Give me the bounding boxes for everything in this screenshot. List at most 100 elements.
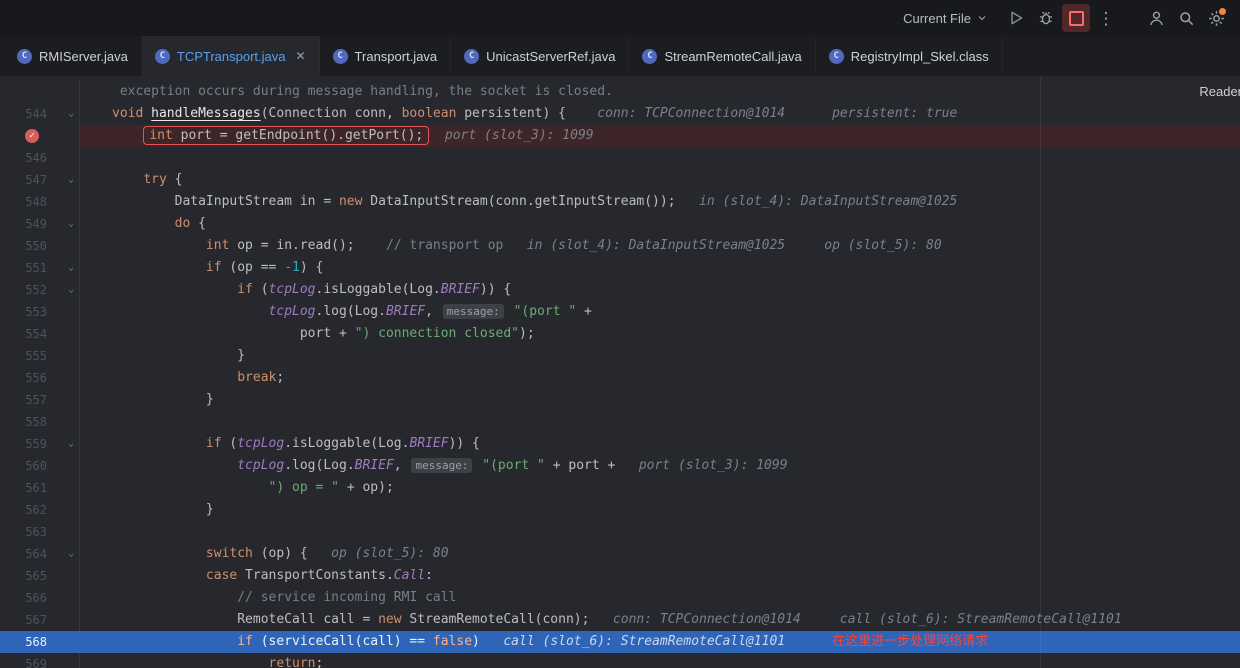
line-number-gutter[interactable]: 562: [0, 499, 80, 521]
code-text[interactable]: break;: [80, 367, 1240, 389]
code-line[interactable]: ✓ int port = getEndpoint().getPort(); po…: [0, 125, 1240, 147]
code-text[interactable]: do {: [80, 213, 1240, 235]
line-number-gutter[interactable]: 565: [0, 565, 80, 587]
code-line[interactable]: 569 return;: [0, 653, 1240, 668]
settings-button[interactable]: [1202, 4, 1230, 32]
code-text[interactable]: exception occurs during message handling…: [80, 81, 1240, 103]
code-line[interactable]: 546: [0, 147, 1240, 169]
fold-chevron-icon[interactable]: ⌄: [68, 279, 74, 301]
line-number-gutter[interactable]: 546: [0, 147, 80, 169]
line-number-gutter[interactable]: 563: [0, 521, 80, 543]
code-with-me-button[interactable]: [1142, 4, 1170, 32]
code-line[interactable]: 547⌄ try {: [0, 169, 1240, 191]
code-line[interactable]: 544⌄void handleMessages(Connection conn,…: [0, 103, 1240, 125]
code-line[interactable]: 568 if (serviceCall(call) == false) call…: [0, 631, 1240, 653]
fold-chevron-icon[interactable]: ⌄: [68, 103, 74, 125]
code-text[interactable]: if (tcpLog.isLoggable(Log.BRIEF)) {: [80, 433, 1240, 455]
code-line[interactable]: 567 RemoteCall call = new StreamRemoteCa…: [0, 609, 1240, 631]
code-text[interactable]: RemoteCall call = new StreamRemoteCall(c…: [80, 609, 1240, 631]
search-everywhere-button[interactable]: [1172, 4, 1200, 32]
code-text[interactable]: case TransportConstants.Call:: [80, 565, 1240, 587]
line-number-gutter[interactable]: 552⌄: [0, 279, 80, 301]
line-number-gutter[interactable]: 569: [0, 653, 80, 668]
line-number-gutter[interactable]: [0, 81, 80, 103]
code-text[interactable]: [80, 411, 1240, 433]
line-number-gutter[interactable]: 561: [0, 477, 80, 499]
code-text[interactable]: }: [80, 345, 1240, 367]
line-number-gutter[interactable]: 558: [0, 411, 80, 433]
editor-tab[interactable]: CTransport.java: [320, 36, 452, 76]
line-number-gutter[interactable]: 550: [0, 235, 80, 257]
line-number-gutter[interactable]: 554: [0, 323, 80, 345]
line-number-gutter[interactable]: 547⌄: [0, 169, 80, 191]
code-text[interactable]: }: [80, 389, 1240, 411]
fold-chevron-icon[interactable]: ⌄: [68, 543, 74, 565]
line-number-gutter[interactable]: ✓: [0, 125, 80, 147]
code-text[interactable]: try {: [80, 169, 1240, 191]
line-number-gutter[interactable]: 544⌄: [0, 103, 80, 125]
fold-chevron-icon[interactable]: ⌄: [68, 257, 74, 279]
code-text[interactable]: void handleMessages(Connection conn, boo…: [80, 103, 1240, 125]
code-text[interactable]: // service incoming RMI call: [80, 587, 1240, 609]
code-line[interactable]: exception occurs during message handling…: [0, 81, 1240, 103]
editor-tab[interactable]: CRegistryImpl_Skel.class: [816, 36, 1003, 76]
line-number-gutter[interactable]: 568: [0, 631, 80, 653]
line-number-gutter[interactable]: 557: [0, 389, 80, 411]
code-text[interactable]: if (op == -1) {: [80, 257, 1240, 279]
code-line[interactable]: 565 case TransportConstants.Call:: [0, 565, 1240, 587]
code-text[interactable]: if (serviceCall(call) == false) call (sl…: [80, 631, 1240, 653]
line-number-gutter[interactable]: 567: [0, 609, 80, 631]
code-text[interactable]: [80, 521, 1240, 543]
editor-tab[interactable]: CRMIServer.java: [4, 36, 142, 76]
code-text[interactable]: DataInputStream in = new DataInputStream…: [80, 191, 1240, 213]
code-line[interactable]: 549⌄ do {: [0, 213, 1240, 235]
code-line[interactable]: 566 // service incoming RMI call: [0, 587, 1240, 609]
code-line[interactable]: 557 }: [0, 389, 1240, 411]
line-number-gutter[interactable]: 560: [0, 455, 80, 477]
code-line[interactable]: 564⌄ switch (op) { op (slot_5): 80: [0, 543, 1240, 565]
editor-tab[interactable]: CTCPTransport.java✕: [142, 36, 320, 76]
code-text[interactable]: ") op = " + op);: [80, 477, 1240, 499]
breakpoint-icon[interactable]: ✓: [25, 129, 39, 143]
code-text[interactable]: port + ") connection closed");: [80, 323, 1240, 345]
code-text[interactable]: tcpLog.log(Log.BRIEF, message: "(port " …: [80, 301, 1240, 323]
line-number-gutter[interactable]: 549⌄: [0, 213, 80, 235]
line-number-gutter[interactable]: 556: [0, 367, 80, 389]
line-number-gutter[interactable]: 566: [0, 587, 80, 609]
code-line[interactable]: 548 DataInputStream in = new DataInputSt…: [0, 191, 1240, 213]
code-line[interactable]: 551⌄ if (op == -1) {: [0, 257, 1240, 279]
code-text[interactable]: int op = in.read(); // transport op in (…: [80, 235, 1240, 257]
code-text[interactable]: if (tcpLog.isLoggable(Log.BRIEF)) {: [80, 279, 1240, 301]
code-line[interactable]: 555 }: [0, 345, 1240, 367]
code-line[interactable]: 550 int op = in.read(); // transport op …: [0, 235, 1240, 257]
editor-tab[interactable]: CUnicastServerRef.java: [451, 36, 629, 76]
reader-mode-label[interactable]: Reader: [1199, 84, 1240, 99]
line-number-gutter[interactable]: 551⌄: [0, 257, 80, 279]
code-line[interactable]: 562 }: [0, 499, 1240, 521]
fold-chevron-icon[interactable]: ⌄: [68, 433, 74, 455]
code-text[interactable]: switch (op) { op (slot_5): 80: [80, 543, 1240, 565]
line-number-gutter[interactable]: 564⌄: [0, 543, 80, 565]
debug-button[interactable]: [1032, 4, 1060, 32]
run-button[interactable]: [1002, 4, 1030, 32]
code-text[interactable]: return;: [80, 653, 1240, 668]
fold-chevron-icon[interactable]: ⌄: [68, 169, 74, 191]
code-line[interactable]: 560 tcpLog.log(Log.BRIEF, message: "(por…: [0, 455, 1240, 477]
line-number-gutter[interactable]: 553: [0, 301, 80, 323]
editor-tab[interactable]: CStreamRemoteCall.java: [629, 36, 815, 76]
code-line[interactable]: 554 port + ") connection closed");: [0, 323, 1240, 345]
code-text[interactable]: int port = getEndpoint().getPort(); port…: [80, 125, 1240, 147]
line-number-gutter[interactable]: 548: [0, 191, 80, 213]
run-configuration-selector[interactable]: Current File: [895, 4, 996, 32]
stop-button[interactable]: [1062, 4, 1090, 32]
code-text[interactable]: }: [80, 499, 1240, 521]
code-line[interactable]: 552⌄ if (tcpLog.isLoggable(Log.BRIEF)) {: [0, 279, 1240, 301]
code-line[interactable]: 561 ") op = " + op);: [0, 477, 1240, 499]
close-icon[interactable]: ✕: [295, 49, 305, 63]
code-line[interactable]: 558: [0, 411, 1240, 433]
line-number-gutter[interactable]: 559⌄: [0, 433, 80, 455]
code-line[interactable]: 563: [0, 521, 1240, 543]
code-line[interactable]: 559⌄ if (tcpLog.isLoggable(Log.BRIEF)) {: [0, 433, 1240, 455]
code-line[interactable]: 553 tcpLog.log(Log.BRIEF, message: "(por…: [0, 301, 1240, 323]
code-line[interactable]: 556 break;: [0, 367, 1240, 389]
